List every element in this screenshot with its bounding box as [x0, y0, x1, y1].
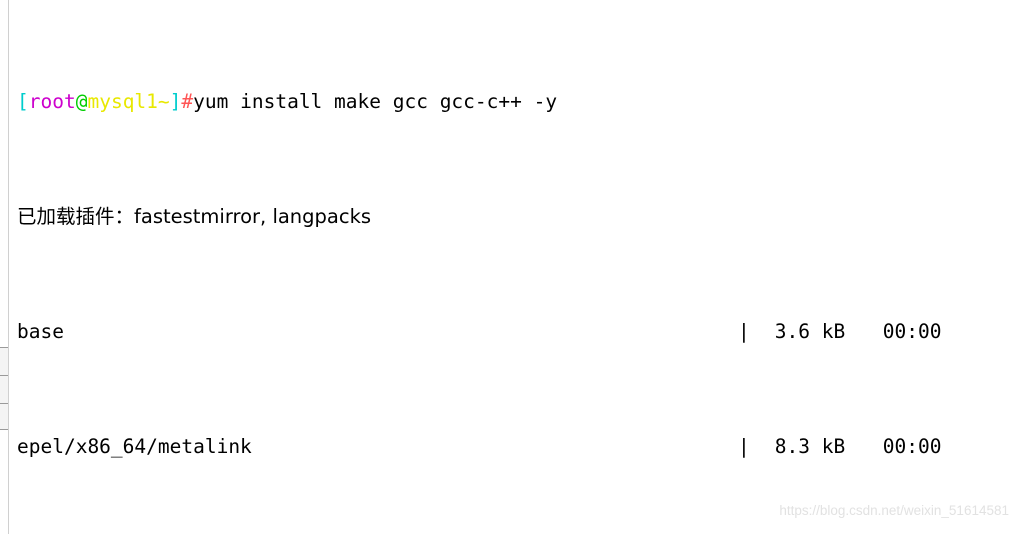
- repo-line: base | 3.6 kB 00:00: [17, 318, 1023, 347]
- prompt-sigil: #: [181, 90, 194, 114]
- gutter-tick: [0, 347, 8, 348]
- repo-name: base: [17, 319, 64, 343]
- repo-line: epel/x86_64/metalink | 8.3 kB 00:00: [17, 433, 1023, 462]
- command-line: [root@mysql1~]#yum install make gcc gcc-…: [17, 88, 1023, 117]
- repo-size: 8.3 kB: [774, 434, 846, 458]
- plugins-line: 已加载插件：fastestmirror, langpacks: [17, 204, 372, 228]
- repo-time: 00:00: [882, 319, 942, 343]
- repo-time: 00:00: [882, 434, 942, 458]
- prompt-bracket-open: [: [17, 90, 29, 114]
- gutter-panel: [0, 347, 8, 429]
- gutter-tick: [0, 429, 8, 430]
- watermark: https://blog.csdn.net/weixin_51614581: [779, 503, 1009, 518]
- command-text: yum install make gcc gcc-c++ -y: [193, 90, 558, 114]
- prompt-bracket-close: ]: [169, 90, 182, 114]
- gutter-tick: [0, 403, 8, 404]
- repo-separator: |: [738, 434, 750, 458]
- prompt-host: mysql1~: [87, 90, 170, 114]
- repo-separator: |: [738, 319, 750, 343]
- repo-name: epel/x86_64/metalink: [17, 434, 252, 458]
- prompt-at: @: [75, 90, 88, 114]
- terminal-output[interactable]: [root@mysql1~]#yum install make gcc gcc-…: [17, 2, 1023, 534]
- prompt-user: root: [28, 90, 76, 114]
- gutter-tick: [0, 375, 8, 376]
- gutter-vertical-rule: [8, 0, 9, 534]
- repo-size: 3.6 kB: [774, 319, 846, 343]
- terminal-screenshot: [root@mysql1~]#yum install make gcc gcc-…: [0, 0, 1023, 534]
